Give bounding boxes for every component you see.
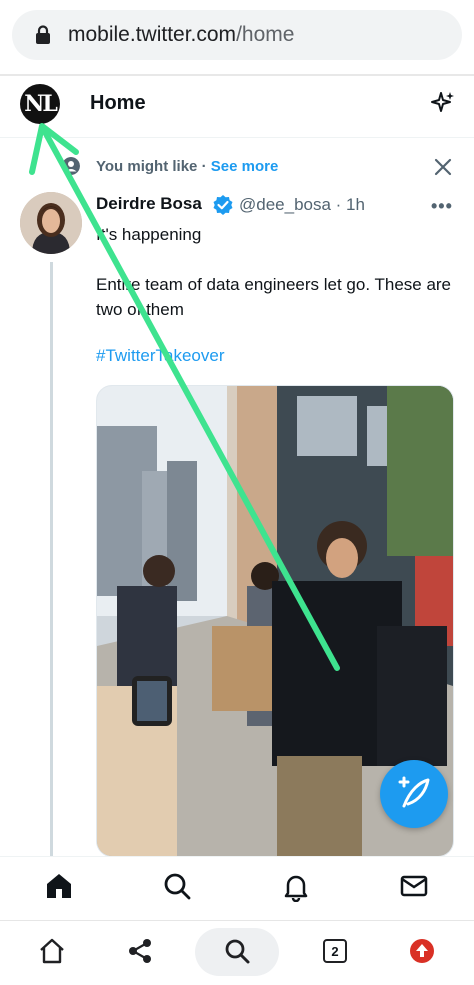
browser-toolbar: mobile.twitter.com/home [0,0,474,72]
thread-line [50,262,53,857]
verified-badge-icon [213,195,233,215]
search-icon[interactable] [161,870,193,902]
page-title: Home [90,92,146,114]
url-path: /home [236,23,295,46]
update-icon[interactable] [407,936,437,966]
author-name[interactable]: Deirdre Bosa [96,194,202,214]
sparkle-icon[interactable] [430,90,456,116]
profile-avatar[interactable]: NL [20,84,60,124]
bell-icon[interactable] [280,870,312,902]
person-icon [62,157,80,175]
url-host: mobile.twitter.com [68,23,237,46]
author-avatar[interactable] [20,192,82,254]
home-icon[interactable] [43,870,75,902]
share-icon[interactable] [125,936,155,966]
hashtag-link[interactable]: #TwitterTakeover [96,346,225,366]
header-divider [0,137,474,138]
tabs-icon[interactable]: 2 [320,936,350,966]
recommendation-label: You might like · See more [96,158,278,175]
close-icon[interactable] [432,156,454,178]
compose-feather-icon [398,776,430,808]
compose-tweet-button[interactable] [380,760,448,828]
label-separator: · [197,158,211,175]
url-text: mobile.twitter.com/home [68,23,294,47]
more-options-icon[interactable]: ••• [431,196,453,217]
author-handle-time: @dee_bosa · 1h [239,195,365,214]
lock-icon [36,25,50,44]
app-header [0,76,474,134]
browser-home-icon[interactable] [37,936,67,966]
see-more-link[interactable]: See more [211,158,279,175]
tweet-text: It's happening Entire team of data engin… [96,225,452,319]
author-photo [20,192,82,254]
address-bar[interactable]: mobile.twitter.com/home [12,10,462,60]
you-might-like-text: You might like [96,158,198,175]
mail-icon[interactable] [398,870,430,902]
tab-count: 2 [323,939,347,963]
browser-search-icon[interactable] [222,936,252,966]
